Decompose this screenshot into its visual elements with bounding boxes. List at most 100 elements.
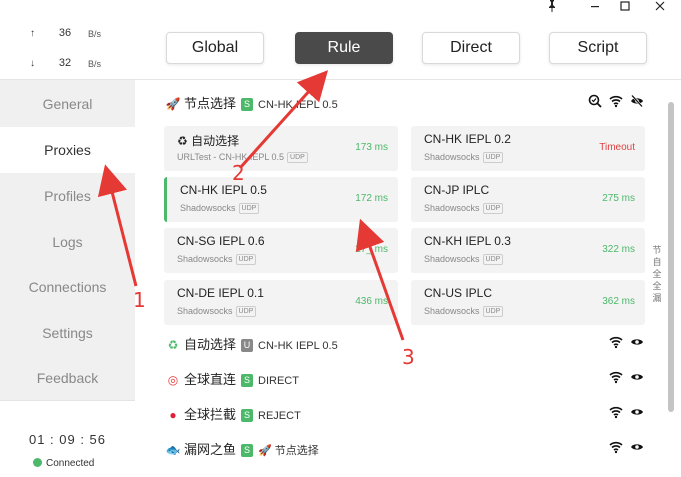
udp-badge: UDP	[482, 306, 504, 317]
proxy-name: CN-KH IEPL 0.3	[424, 234, 511, 248]
upload-value: 36	[58, 27, 72, 39]
scrollbar[interactable]	[667, 102, 676, 462]
scrollbar-thumb[interactable]	[668, 102, 674, 412]
wifi-icon[interactable]	[608, 335, 624, 351]
group-name: 节点选择	[184, 96, 237, 111]
close-icon[interactable]	[645, 0, 675, 16]
group-selected-proxy: DIRECT	[258, 375, 299, 387]
sidebar-footer: 01 : 09 : 56 Connected	[0, 400, 135, 477]
stop-icon: ●	[169, 408, 177, 422]
proxy-name: CN-JP IPLC	[424, 183, 490, 197]
proxy-group-header[interactable]: ◎ 全球直连 S DIRECT	[165, 370, 645, 390]
uptime-clock: 01 : 09 : 56	[28, 432, 107, 447]
latency-test-icon[interactable]	[587, 94, 603, 110]
mode-global-button[interactable]: Global	[166, 32, 264, 64]
mode-direct-button[interactable]: Direct	[422, 32, 520, 64]
eye-icon[interactable]	[629, 440, 645, 456]
proxy-card[interactable]: CN-DE IEPL 0.1 Shadowsocks UDP 436 ms	[164, 280, 398, 325]
maximize-icon[interactable]	[610, 0, 640, 16]
download-speed: ↓ 32 B/s	[0, 54, 135, 76]
group-selected-proxy: CN-HK IEPL 0.5	[258, 99, 338, 111]
nav-profiles[interactable]: Profiles	[0, 173, 135, 219]
proxy-name: CN-HK IEPL 0.2	[424, 132, 511, 146]
minimize-icon[interactable]	[580, 0, 610, 16]
mode-script-button[interactable]: Script	[549, 32, 647, 64]
proxy-delay[interactable]: 436 ms	[355, 296, 388, 307]
nav-logs[interactable]: Logs	[0, 219, 135, 265]
proxy-group-header[interactable]: 🐟 漏网之鱼 S 🚀 节点选择	[165, 440, 645, 460]
nav-proxies[interactable]: Proxies	[0, 127, 135, 173]
group-type-badge: S	[241, 444, 254, 457]
wifi-icon[interactable]	[608, 405, 624, 421]
proxy-card[interactable]: CN-JP IPLC Shadowsocks UDP 275 ms	[411, 177, 645, 222]
mode-rule-button[interactable]: Rule	[295, 32, 393, 64]
wifi-icon[interactable]	[608, 94, 624, 110]
proxy-card[interactable]: CN-SG IEPL 0.6 Shadowsocks UDP 27_ ms	[164, 228, 398, 273]
udp-badge: UDP	[238, 203, 260, 214]
proxy-name: CN-DE IEPL 0.1	[177, 286, 264, 300]
udp-badge: UDP	[482, 203, 504, 214]
proxy-delay[interactable]: 362 ms	[602, 296, 635, 307]
udp-badge: UDP	[235, 306, 257, 317]
connection-status-label: Connected	[46, 458, 95, 469]
eye-icon[interactable]	[629, 405, 645, 421]
annotation-number-3: 3	[402, 345, 415, 369]
group-selected-proxy: CN-HK IEPL 0.5	[258, 340, 338, 352]
eye-icon[interactable]	[629, 335, 645, 351]
rocket-icon: 🚀	[165, 97, 181, 111]
proxy-delay[interactable]: 27_ ms	[355, 244, 388, 255]
eye-icon[interactable]	[629, 370, 645, 386]
proxy-type: Shadowsocks UDP	[177, 254, 257, 265]
nav-settings[interactable]: Settings	[0, 310, 135, 356]
proxy-delay[interactable]: 173 ms	[355, 142, 388, 153]
proxy-type: Shadowsocks UDP	[424, 306, 504, 317]
annotation-number-2: 2	[232, 161, 245, 185]
group-name: 全球直连	[184, 372, 237, 387]
proxy-type: Shadowsocks UDP	[177, 306, 257, 317]
proxy-delay[interactable]: 322 ms	[602, 244, 635, 255]
group-index-item[interactable]: 漏	[651, 292, 663, 304]
mode-switcher: Global Rule Direct Script	[135, 16, 681, 80]
proxy-name: CN-SG IEPL 0.6	[177, 234, 265, 248]
proxy-delay[interactable]: 275 ms	[602, 193, 635, 204]
nav-feedback[interactable]: Feedback	[0, 355, 135, 401]
group-type-badge: S	[241, 374, 254, 387]
pin-icon[interactable]	[537, 0, 567, 16]
group-selected-proxy: REJECT	[258, 410, 301, 422]
proxy-group-header[interactable]: 🚀 节点选择 S CN-HK IEPL 0.5	[165, 94, 645, 114]
group-type-badge: S	[241, 409, 254, 422]
group-name: 漏网之鱼	[184, 442, 237, 457]
proxy-delay[interactable]: Timeout	[599, 142, 635, 153]
group-index-bar[interactable]: 节 自 全 全 漏	[651, 244, 663, 304]
proxy-card[interactable]: CN-HK IEPL 0.2 Shadowsocks UDP Timeout	[411, 126, 645, 171]
group-index-item[interactable]: 全	[651, 268, 663, 280]
eye-off-icon[interactable]	[629, 94, 645, 110]
proxy-card[interactable]: ♻ 自动选择 URLTest - CN-HK IEPL 0.5 UDP 173 m…	[164, 126, 398, 171]
proxies-page: Global Rule Direct Script 🚀 节点选择 S CN-HK IE…	[135, 16, 681, 477]
wifi-icon[interactable]	[608, 440, 624, 456]
proxy-group-header[interactable]: ● 全球拦截 S REJECT	[165, 405, 645, 425]
nav-general[interactable]: General	[0, 81, 135, 127]
rocket-icon: 🚀	[258, 445, 272, 457]
nav-connections[interactable]: Connections	[0, 264, 135, 310]
proxy-card[interactable]: CN-KH IEPL 0.3 Shadowsocks UDP 322 ms	[411, 228, 645, 273]
download-unit: B/s	[88, 59, 102, 69]
udp-badge: UDP	[482, 254, 504, 265]
fish-icon: 🐟	[165, 443, 181, 457]
proxy-delay[interactable]: 172 ms	[355, 193, 388, 204]
udp-badge: UDP	[235, 254, 257, 265]
group-type-badge: S	[241, 98, 254, 111]
group-index-item[interactable]: 自	[651, 256, 663, 268]
sidebar: ↑ 36 B/s ↓ 32 B/s General Proxies Profil…	[0, 16, 135, 477]
target-icon: ◎	[167, 373, 179, 387]
proxy-card-selected[interactable]: CN-HK IEPL 0.5 Shadowsocks UDP 172 ms	[164, 177, 398, 222]
group-index-item[interactable]: 全	[651, 280, 663, 292]
wifi-icon[interactable]	[608, 370, 624, 386]
download-arrow-icon: ↓	[30, 58, 35, 69]
proxy-type: Shadowsocks UDP	[424, 254, 504, 265]
clash-window: ↑ 36 B/s ↓ 32 B/s General Proxies Profil…	[0, 0, 681, 477]
annotation-number-1: 1	[133, 288, 146, 312]
group-index-item[interactable]: 节	[651, 244, 663, 256]
proxy-card[interactable]: CN-US IPLC Shadowsocks UDP 362 ms	[411, 280, 645, 325]
proxy-type: Shadowsocks UDP	[424, 152, 504, 163]
